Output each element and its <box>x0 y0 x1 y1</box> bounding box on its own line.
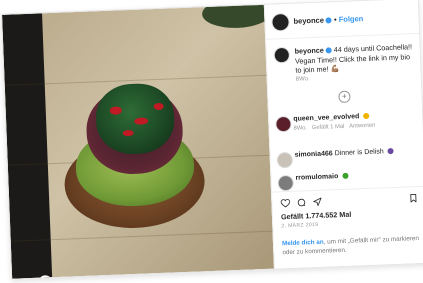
bookmark-icon[interactable] <box>408 193 418 203</box>
comment-icon[interactable] <box>296 197 306 207</box>
caption-username[interactable]: beyonce <box>294 46 323 56</box>
login-link[interactable]: Melde dich an <box>282 239 324 248</box>
emoji-icon <box>388 148 394 154</box>
comment-item: simonia466 Dinner is Delish <box>277 147 423 153</box>
share-icon[interactable] <box>312 197 322 207</box>
comment-username[interactable]: rromulomaio <box>295 173 338 182</box>
comment-item: rromulomaio <box>277 170 423 176</box>
heart-eyes-emoji-icon <box>363 113 369 119</box>
author-username[interactable]: beyonce <box>293 16 324 26</box>
green-heart-emoji-icon <box>342 173 348 179</box>
author-avatar[interactable] <box>271 13 290 32</box>
photo-background-leaf <box>202 5 273 29</box>
caption-avatar[interactable] <box>273 47 290 64</box>
follow-button[interactable]: Folgen <box>339 14 364 24</box>
like-count[interactable]: Gefällt 1.774.552 Mal <box>281 210 352 222</box>
comment-age: 8Wo. <box>294 125 308 132</box>
comment-line: queen_vee_evolved <box>293 113 369 123</box>
comment-like-count[interactable]: Gefällt 1 Mal <box>312 124 345 131</box>
post-actions-bar <box>272 186 423 213</box>
verified-badge-icon <box>326 47 332 53</box>
comment-line: rromulomaio <box>295 173 348 182</box>
post-side-panel: beyonce • Folgen beyonce 44 days until C… <box>264 0 423 269</box>
comment-meta: 8Wo. Gefällt 1 Mal Antworten <box>294 123 376 132</box>
heart-icon[interactable] <box>280 198 290 208</box>
login-prompt: Melde dich an, um mit „Gefällt mir" zu m… <box>282 235 423 257</box>
screenshot-stage: beyonce • Folgen beyonce 44 days until C… <box>0 0 423 283</box>
comment-item: queen_vee_evolved 8Wo. Gefällt 1 Mal Ant… <box>275 111 421 117</box>
comment-reply-button[interactable]: Antworten <box>349 123 375 130</box>
comment-line: simonia466 Dinner is Delish <box>295 148 394 159</box>
post-date: 2. MÄRZ 2019 <box>281 222 318 229</box>
comment-username[interactable]: queen_vee_evolved <box>293 113 359 123</box>
post-caption: beyonce 44 days until Coachella!! Vegan … <box>294 42 417 85</box>
post-photo[interactable] <box>2 5 274 279</box>
post-header: beyonce • Folgen <box>265 0 420 40</box>
plus-circle-icon[interactable]: + <box>338 91 350 103</box>
comment-username[interactable]: simonia466 <box>295 150 333 158</box>
comment-avatar[interactable] <box>277 175 294 192</box>
instagram-post-card: beyonce • Folgen beyonce 44 days until C… <box>1 0 423 280</box>
author-name[interactable]: beyonce • Folgen <box>293 14 363 26</box>
comment-avatar[interactable] <box>277 152 294 169</box>
comment-text: Dinner is Delish <box>335 148 384 157</box>
comment-avatar[interactable] <box>275 116 292 133</box>
verified-badge-icon <box>326 17 332 23</box>
